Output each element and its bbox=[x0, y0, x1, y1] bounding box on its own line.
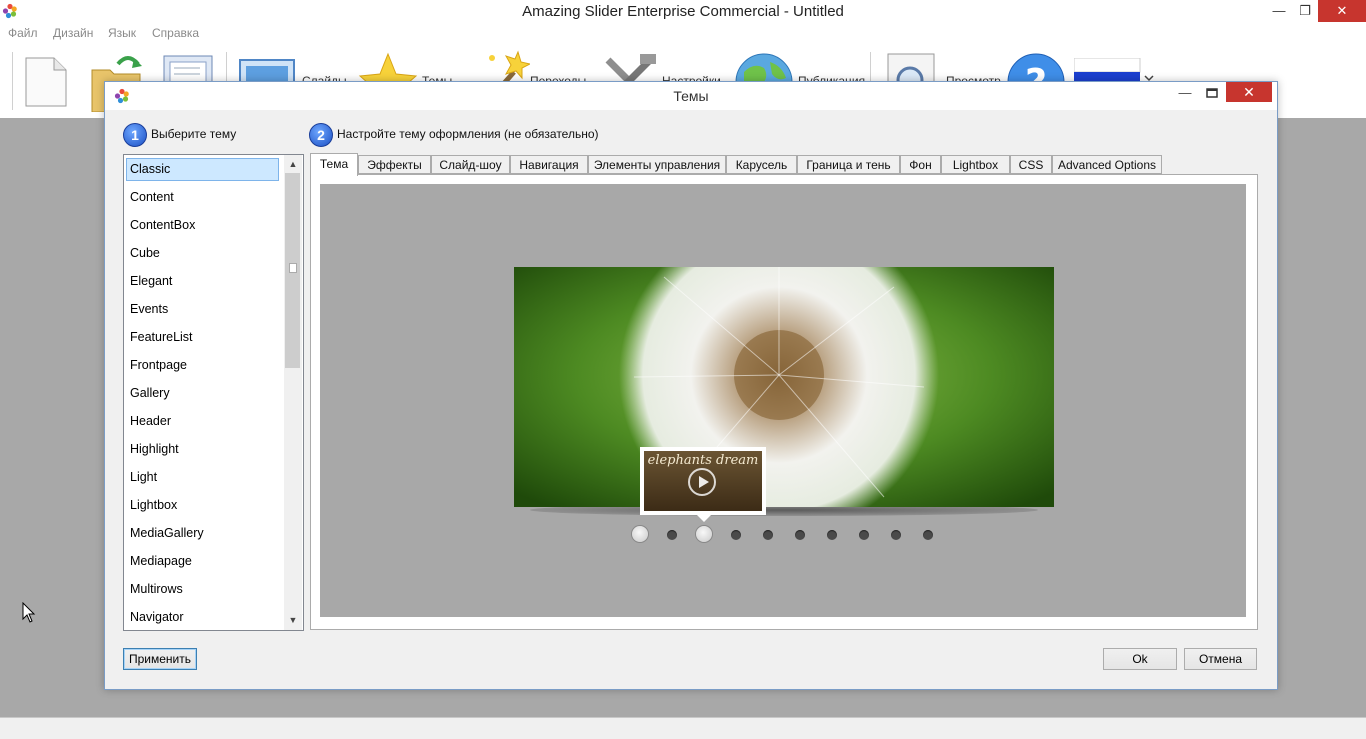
toolbar-separator bbox=[12, 52, 13, 110]
theme-list[interactable]: Classic Content ContentBox Cube Elegant … bbox=[123, 154, 304, 631]
step-1-label: Выберите тему bbox=[151, 127, 237, 141]
apply-button[interactable]: Применить bbox=[123, 648, 197, 670]
slide-bullet[interactable] bbox=[859, 530, 869, 540]
theme-list-scrollbar[interactable]: ▲ ▼ bbox=[284, 155, 302, 630]
minimize-button[interactable]: — bbox=[1266, 0, 1292, 22]
theme-item-elegant[interactable]: Elegant bbox=[126, 270, 279, 293]
menu-design[interactable]: Дизайн bbox=[53, 26, 93, 40]
video-thumbnail[interactable]: elephants dream bbox=[640, 447, 766, 515]
theme-item-light[interactable]: Light bbox=[126, 466, 279, 489]
theme-item-frontpage[interactable]: Frontpage bbox=[126, 354, 279, 377]
play-icon[interactable] bbox=[688, 468, 716, 496]
theme-item-mediapage[interactable]: Mediapage bbox=[126, 550, 279, 573]
dialog-titlebar: Темы — ✕ bbox=[105, 82, 1277, 110]
tab-controls[interactable]: Элементы управления bbox=[588, 155, 726, 174]
theme-item-header[interactable]: Header bbox=[126, 410, 279, 433]
status-bar bbox=[0, 717, 1366, 739]
theme-item-mediagallery[interactable]: MediaGallery bbox=[126, 522, 279, 545]
thumbnail-caption: elephants dream bbox=[647, 453, 759, 468]
tab-theme[interactable]: Тема bbox=[310, 153, 358, 176]
slide-bullet[interactable] bbox=[667, 530, 677, 540]
tab-navigation[interactable]: Навигация bbox=[510, 155, 588, 174]
menu-bar: Файл Дизайн Язык Справка bbox=[0, 24, 1366, 44]
slide-bullet[interactable] bbox=[827, 530, 837, 540]
theme-item-featurelist[interactable]: FeatureList bbox=[126, 326, 279, 349]
theme-item-cube[interactable]: Cube bbox=[126, 242, 279, 265]
tab-border-shadow[interactable]: Граница и тень bbox=[797, 155, 900, 174]
tab-lightbox[interactable]: Lightbox bbox=[941, 155, 1010, 174]
dialog-maximize-button[interactable] bbox=[1202, 84, 1222, 104]
theme-item-contentbox[interactable]: ContentBox bbox=[126, 214, 279, 237]
dialog-close-button[interactable]: ✕ bbox=[1226, 82, 1272, 102]
tab-background[interactable]: Фон bbox=[900, 155, 941, 174]
ok-button[interactable]: Ok bbox=[1103, 648, 1177, 670]
theme-item-gallery[interactable]: Gallery bbox=[126, 382, 279, 405]
dialog-minimize-button[interactable]: — bbox=[1175, 85, 1195, 105]
slide-bullet[interactable] bbox=[891, 530, 901, 540]
menu-help[interactable]: Справка bbox=[152, 26, 199, 40]
thumbnail-pointer bbox=[697, 515, 711, 522]
theme-item-lightbox[interactable]: Lightbox bbox=[126, 494, 279, 517]
tab-panel-theme: elephants dream bbox=[310, 174, 1258, 630]
tab-carousel[interactable]: Карусель bbox=[726, 155, 797, 174]
window-title: Amazing Slider Enterprise Commercial - U… bbox=[522, 3, 844, 20]
tab-css[interactable]: CSS bbox=[1010, 155, 1052, 174]
slide-bullet[interactable] bbox=[795, 530, 805, 540]
theme-item-classic[interactable]: Classic bbox=[126, 158, 279, 181]
themes-dialog: Темы — ✕ 1 Выберите тему 2 Настройте тем… bbox=[104, 81, 1278, 690]
slide-bullet[interactable] bbox=[731, 530, 741, 540]
close-button[interactable]: ✕ bbox=[1318, 0, 1366, 22]
slide-bullet[interactable] bbox=[632, 526, 648, 542]
theme-item-events[interactable]: Events bbox=[126, 298, 279, 321]
menu-language[interactable]: Язык bbox=[108, 26, 136, 40]
theme-item-multirows[interactable]: Multirows bbox=[126, 578, 279, 601]
tab-advanced-options[interactable]: Advanced Options bbox=[1052, 155, 1162, 174]
step-1-number: 1 bbox=[123, 123, 147, 147]
slide-bullet[interactable] bbox=[696, 526, 712, 542]
play-triangle-icon bbox=[699, 476, 709, 488]
tab-slideshow[interactable]: Слайд-шоу bbox=[431, 155, 510, 174]
cancel-button[interactable]: Отмена bbox=[1184, 648, 1257, 670]
theme-item-content[interactable]: Content bbox=[126, 186, 279, 209]
dialog-title: Темы bbox=[673, 88, 709, 104]
menu-file[interactable]: Файл bbox=[8, 26, 38, 40]
restore-button[interactable]: ❐ bbox=[1292, 0, 1318, 22]
app-titlebar: Amazing Slider Enterprise Commercial - U… bbox=[0, 0, 1366, 24]
theme-preview: elephants dream bbox=[320, 184, 1246, 617]
scroll-up-arrow-icon[interactable]: ▲ bbox=[284, 157, 302, 171]
thumbnail-image: elephants dream bbox=[644, 451, 762, 511]
tab-effects[interactable]: Эффекты bbox=[358, 155, 431, 174]
step-2-number: 2 bbox=[309, 123, 333, 147]
mouse-cursor-icon bbox=[22, 602, 36, 623]
theme-item-navigator[interactable]: Navigator bbox=[126, 606, 279, 629]
scroll-thumb[interactable] bbox=[285, 173, 300, 368]
new-file-icon[interactable] bbox=[24, 56, 68, 108]
slide-image bbox=[514, 267, 1054, 507]
slide-bullet[interactable] bbox=[763, 530, 773, 540]
slide-bullet[interactable] bbox=[923, 530, 933, 540]
step-2-label: Настройте тему оформления (не обязательн… bbox=[337, 127, 599, 141]
scroll-grip bbox=[289, 263, 297, 273]
theme-item-highlight[interactable]: Highlight bbox=[126, 438, 279, 461]
scroll-down-arrow-icon[interactable]: ▼ bbox=[284, 613, 302, 627]
